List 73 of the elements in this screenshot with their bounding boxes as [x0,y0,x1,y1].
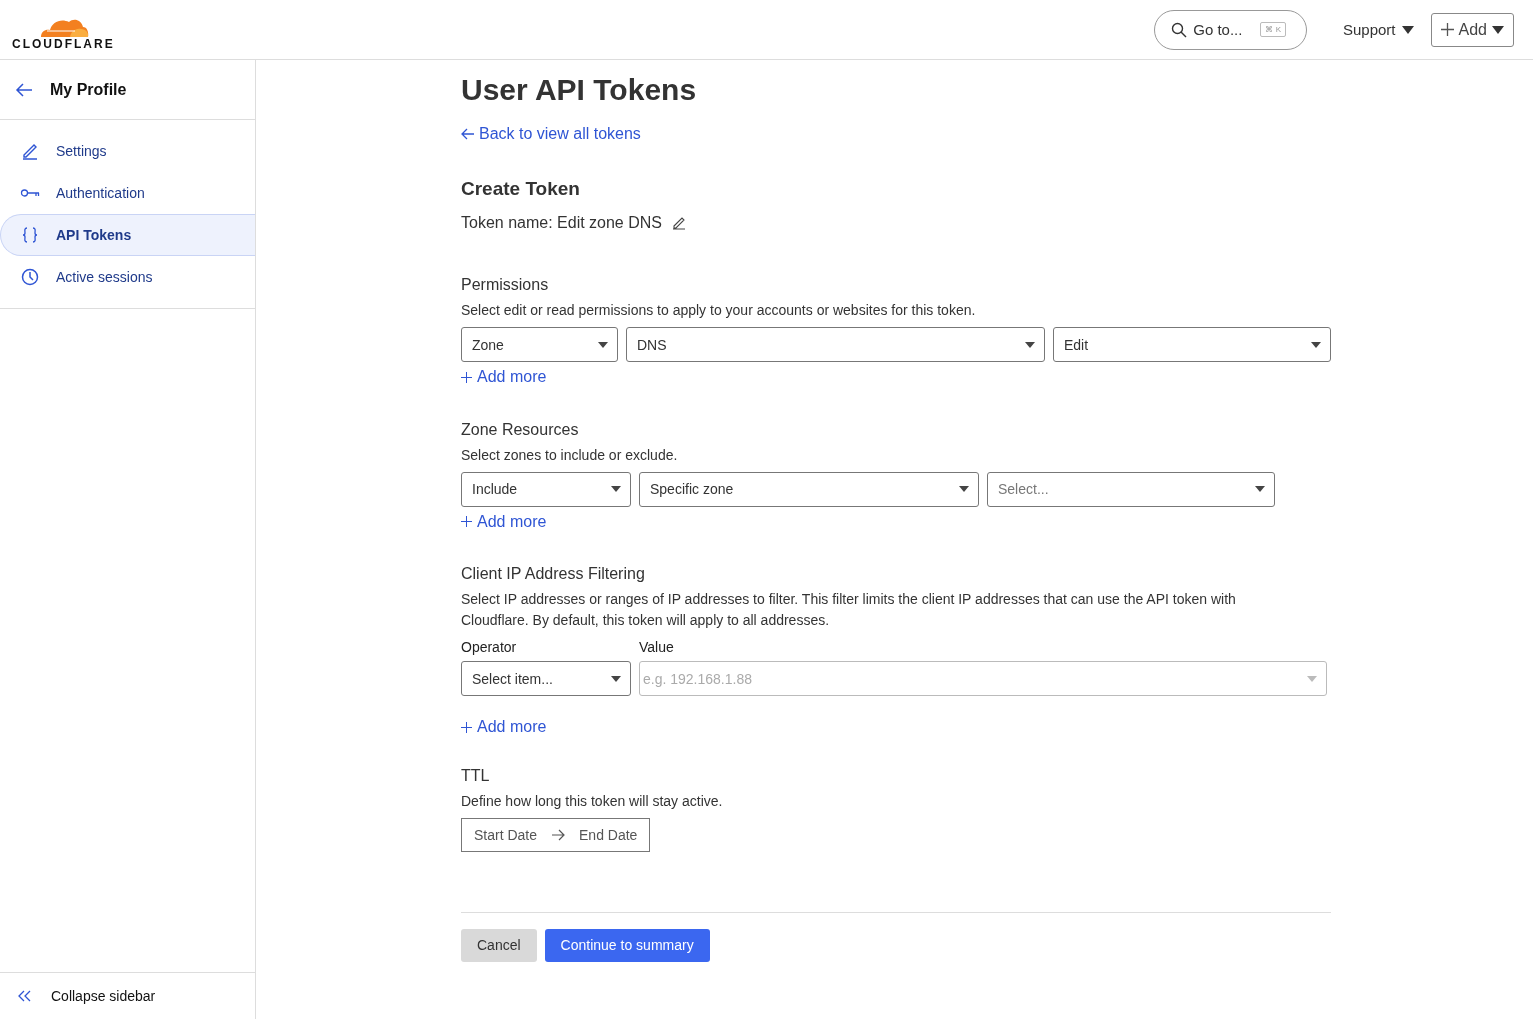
dropdown-value: Specific zone [650,481,734,497]
braces-icon [20,225,40,245]
field-label: Value [639,639,675,655]
page-title: User API Tokens [461,72,698,108]
token-name: Token name: Edit zone DNS [461,214,662,232]
caret-icon [598,341,608,348]
double-chevron-icon [16,989,32,1003]
collapse-sidebar-button[interactable]: Collapse sidebar [0,972,255,1019]
dropdown-value: DNS [637,336,667,353]
arrow-right-icon [551,828,566,841]
field-label: Operator [461,639,518,655]
back-arrow-icon [15,82,33,97]
add-more-link[interactable]: Add more [461,512,547,531]
dropdown[interactable]: Specific zone [639,471,979,507]
dropdown-placeholder: Select... [998,481,1049,497]
continue-button[interactable]: Continue to summary [544,928,710,962]
caret-icon [1401,25,1414,34]
caret-icon [611,486,621,492]
sidebar-item[interactable]: Settings [0,130,255,172]
dropdown-value: Edit [1064,336,1089,353]
sidebar-item[interactable]: Authentication [0,172,255,214]
dropdown[interactable]: Select item... [461,661,631,696]
search-icon [1171,21,1188,38]
plus-icon [1440,23,1454,36]
date-range-picker[interactable]: Start Date End Date [461,817,651,852]
back-link[interactable]: Back to view all tokens [461,125,641,143]
section-title: TTL [461,766,491,785]
search-label: Go to... [1193,21,1243,38]
section-description: Define how long this token will stay active. [461,791,724,811]
shortcut-hint: ⌘ K [1260,22,1286,37]
dropdown[interactable]: Select... [987,471,1275,507]
caret-icon [1025,341,1035,348]
edit-button[interactable] [672,216,686,230]
sidebar-item[interactable]: Active sessions [0,256,255,298]
dropdown-value: Select item... [472,670,553,687]
start-date: Start Date [474,826,538,843]
section-heading: Create Token [461,178,581,200]
logo-wordmark: CLOUDFLARE [12,37,115,50]
dropdown[interactable]: Edit [1053,327,1331,362]
caret-icon [1255,486,1265,492]
dropdown[interactable]: Zone [461,327,618,362]
dropdown[interactable]: DNS [626,327,1045,362]
section-title: Permissions [461,276,550,294]
plus-icon [461,721,472,733]
sidebar-item[interactable]: API Tokens [0,214,255,256]
add-more-link[interactable]: Add more [461,368,547,386]
pencil-icon [672,216,686,230]
dropdown[interactable]: Include [461,471,631,507]
section-title: Zone Resources [461,420,580,439]
caret-icon [611,675,621,682]
section-description: Select zones to include or exclude. [461,445,679,465]
caret-icon [1492,25,1504,34]
back-button[interactable] [15,82,33,97]
field-placeholder: e.g. 192.168.1.88 [643,670,752,687]
dropdown-value: Include [472,481,518,497]
section-description: Select IP addresses or ranges of IP addresses to filter. This filter limits the client IP addresses that can use the API token with Cloudflare. By default, this token will apply to all addresses. [461,590,1237,630]
caret-icon [1311,341,1321,348]
clock-icon [20,267,40,287]
section-title: Client IP Address Filtering [461,565,646,583]
plus-icon [461,516,472,527]
dropdown-value: Zone [472,336,504,353]
add-more-link[interactable]: Add more [461,718,547,736]
sidebar-title: My Profile [50,80,127,99]
support-menu[interactable]: Support [1343,21,1414,38]
caret-icon [959,486,969,492]
add-menu[interactable]: Add [1430,12,1514,47]
section-description: Select edit or read permissions to apply to your accounts or websites for this token. [461,301,977,320]
search-button[interactable]: Go to... ⌘ K [1154,9,1307,50]
back-arrow-icon [461,128,475,140]
caret-icon [1307,675,1317,682]
cancel-button[interactable]: Cancel [461,928,537,962]
end-date: End Date [579,826,638,843]
plus-icon [461,371,472,383]
